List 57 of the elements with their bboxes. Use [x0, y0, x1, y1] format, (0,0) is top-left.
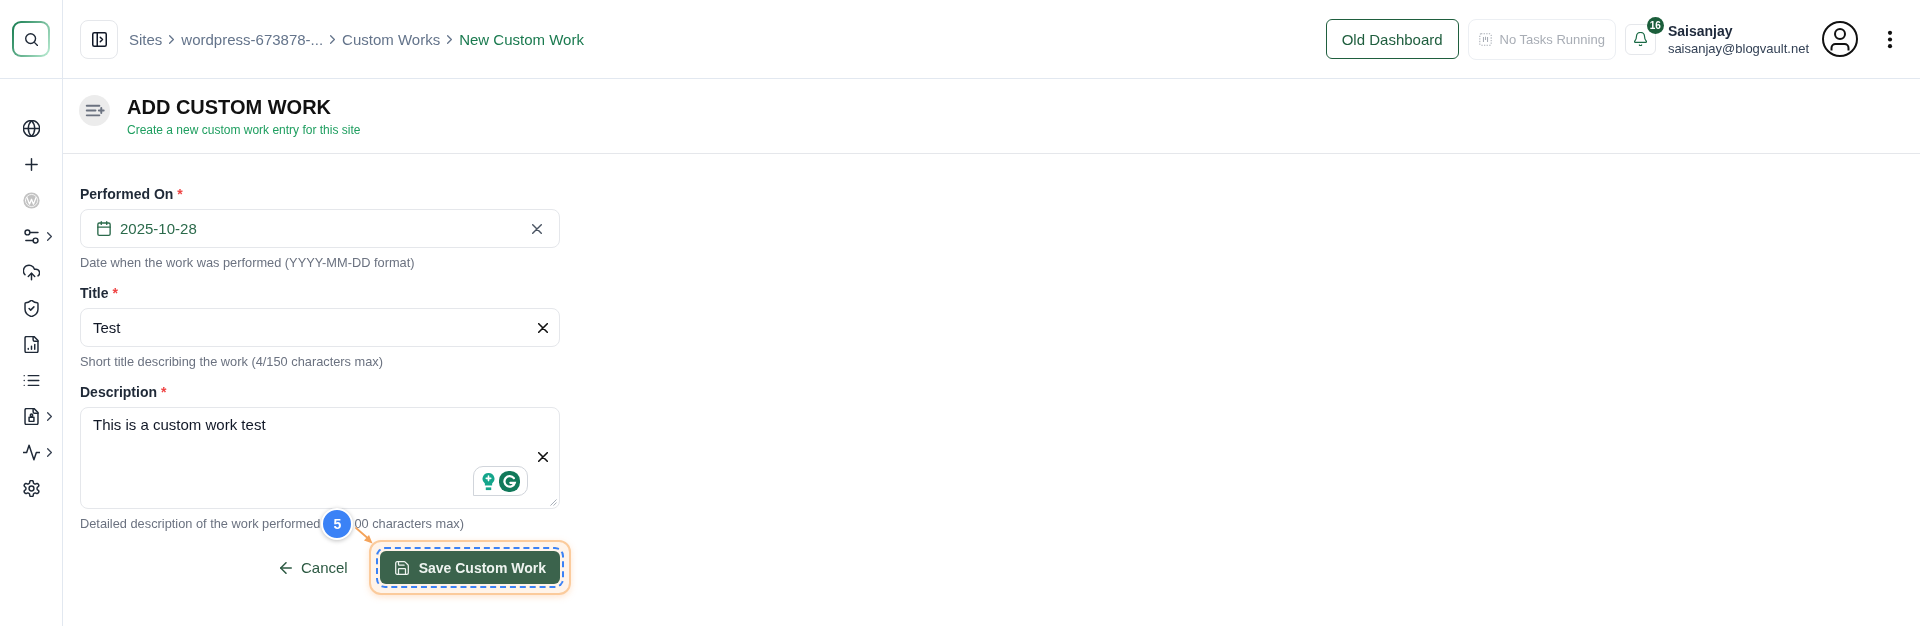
- chevron-right-icon[interactable]: [47, 447, 52, 457]
- search-icon: [24, 32, 38, 46]
- clear-icon[interactable]: [538, 452, 548, 462]
- shield-check-icon[interactable]: [23, 299, 40, 317]
- chevron-right-icon[interactable]: [47, 411, 52, 421]
- chevron-right-icon: [330, 34, 336, 44]
- field-label: Description *: [80, 383, 168, 402]
- settings-icon[interactable]: [23, 479, 40, 497]
- notification-count: 16: [1646, 16, 1664, 34]
- old-dashboard-button[interactable]: Old Dashboard: [1325, 19, 1459, 59]
- sidebar-toggle-button[interactable]: [80, 19, 118, 59]
- field-helper-text: 00 characters max): [354, 516, 464, 532]
- field-helper-text: Date when the work was performed (YYYY-MM-DD format): [80, 255, 415, 271]
- field-helper-text: Detailed description of the work performed: [80, 516, 321, 532]
- field-label: Performed On *: [80, 185, 184, 204]
- clear-icon[interactable]: [538, 322, 548, 333]
- document-icon[interactable]: [23, 407, 40, 425]
- tasks-icon: [1478, 32, 1492, 46]
- avatar-icon[interactable]: [1822, 21, 1858, 57]
- more-menu-icon[interactable]: [1887, 29, 1893, 49]
- date-field[interactable]: 2025-10-28: [80, 209, 560, 248]
- search-button[interactable]: [12, 21, 50, 57]
- clear-icon[interactable]: [532, 223, 542, 234]
- breadcrumb-link[interactable]: Custom Works: [342, 30, 441, 48]
- file-chart-icon[interactable]: [23, 335, 40, 353]
- writing-assistant-widget[interactable]: [473, 466, 528, 496]
- bell-icon: [1633, 32, 1647, 46]
- sliders-icon[interactable]: [23, 227, 40, 245]
- lightbulb-icon[interactable]: [481, 471, 495, 491]
- logo-icon[interactable]: [498, 470, 520, 492]
- page-title: ADD CUSTOM WORK: [127, 95, 333, 119]
- resize-handle-icon[interactable]: [550, 499, 557, 506]
- breadcrumb-link[interactable]: Sites: [129, 30, 163, 48]
- chevron-right-icon[interactable]: [47, 231, 52, 241]
- annotation-arrow: [354, 527, 373, 544]
- chevron-right-icon: [169, 34, 175, 44]
- text-field[interactable]: Test: [80, 308, 560, 347]
- chevron-right-icon: [447, 34, 453, 44]
- panel-icon: [91, 31, 107, 47]
- breadcrumb-link[interactable]: New Custom Work: [459, 30, 584, 48]
- save-button[interactable]: Save Custom Work: [379, 551, 560, 584]
- list-add-icon: [79, 95, 110, 126]
- cloud-upload-icon[interactable]: [23, 263, 40, 281]
- step-badge: 5: [321, 508, 354, 540]
- pulse-icon[interactable]: [23, 443, 40, 461]
- page-subtitle: Create a new custom work entry for this site: [127, 122, 361, 138]
- breadcrumb-link[interactable]: wordpress-673878-...: [181, 30, 324, 48]
- globe-icon[interactable]: [23, 119, 40, 137]
- textarea-field[interactable]: This is a custom work test: [80, 407, 560, 509]
- cancel-button[interactable]: Cancel: [279, 559, 348, 576]
- user-name: Saisanjay: [1667, 21, 1734, 40]
- calendar-icon: [97, 221, 111, 236]
- field-label: Title *: [80, 284, 119, 303]
- save-icon: [394, 560, 409, 575]
- plus-icon[interactable]: [23, 155, 40, 173]
- user-email: saisanjay@blogvault.net: [1667, 39, 1809, 57]
- field-helper-text: Short title describing the work (4/150 characters max): [80, 354, 383, 370]
